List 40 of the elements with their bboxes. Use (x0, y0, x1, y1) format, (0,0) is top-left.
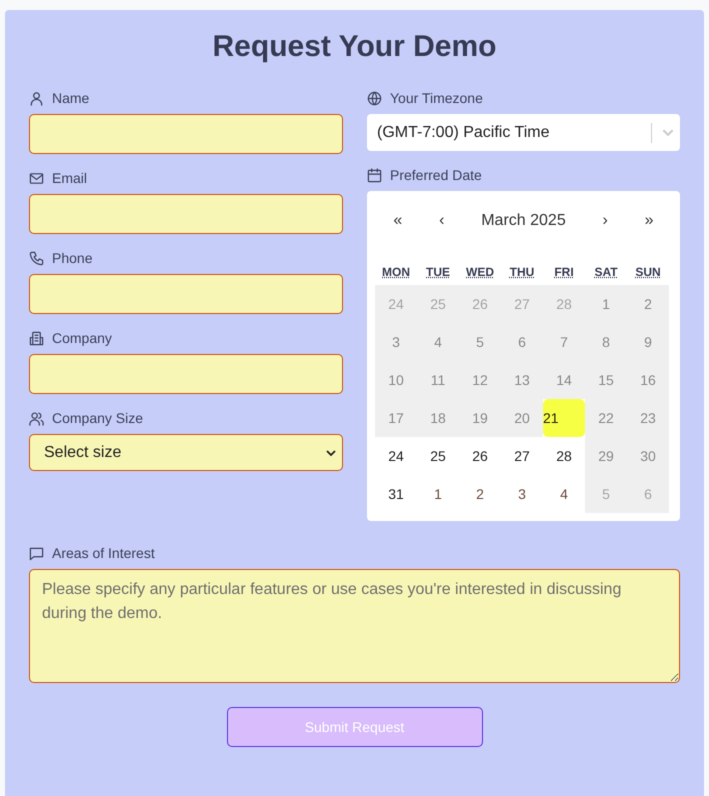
input-field[interactable] (29, 274, 343, 314)
phone-icon (29, 250, 44, 266)
month-label[interactable]: March 2025 (475, 208, 572, 234)
mail-icon (29, 170, 44, 186)
field-label: Phone (52, 250, 92, 266)
calendar-day[interactable]: 21 (543, 399, 585, 437)
size-select[interactable]: Select size (29, 434, 343, 471)
submit-button[interactable]: Submit Request (226, 707, 482, 747)
field-label: Email (52, 170, 88, 186)
field-label: Company (52, 330, 112, 346)
form-title: Request Your Demo (212, 30, 498, 64)
prev-year-button[interactable]: « (387, 208, 408, 234)
weekday-label: TUE (425, 264, 451, 281)
input-field[interactable] (29, 114, 343, 154)
field-label: Your Timezone (390, 90, 483, 106)
people-icon (29, 410, 44, 426)
globe-icon (367, 90, 382, 106)
input-field[interactable] (29, 194, 343, 234)
weekday-label: SAT (593, 264, 619, 281)
chevron-down-icon (326, 450, 336, 456)
next-year-button[interactable]: » (638, 208, 660, 234)
weekday-label: SUN (634, 264, 662, 281)
weekday-label: WED (465, 264, 495, 281)
weekday-label: THU (508, 264, 536, 281)
field-label: Name (52, 90, 90, 106)
input-field[interactable] (29, 354, 343, 394)
field-label: Company Size (52, 410, 144, 426)
comment-icon (29, 546, 44, 560)
prev-month-button[interactable]: ‹ (433, 208, 450, 234)
next-month-button[interactable]: › (596, 208, 614, 234)
weekday-label: FRI (553, 264, 575, 281)
field-label: Preferred Date (390, 167, 482, 183)
building-icon (29, 330, 44, 346)
timezone-select[interactable]: (GMT-7:00) Pacific Time (367, 114, 680, 151)
calendar-icon (367, 168, 382, 182)
chevron-down-icon (662, 129, 674, 136)
field-label: Areas of Interest (52, 545, 155, 561)
weekday-label: MON (381, 264, 411, 281)
person-icon (29, 90, 44, 106)
interest-textarea[interactable]: Please specify any particular features or use cases you're interested in discussing during the demo. (29, 569, 680, 683)
